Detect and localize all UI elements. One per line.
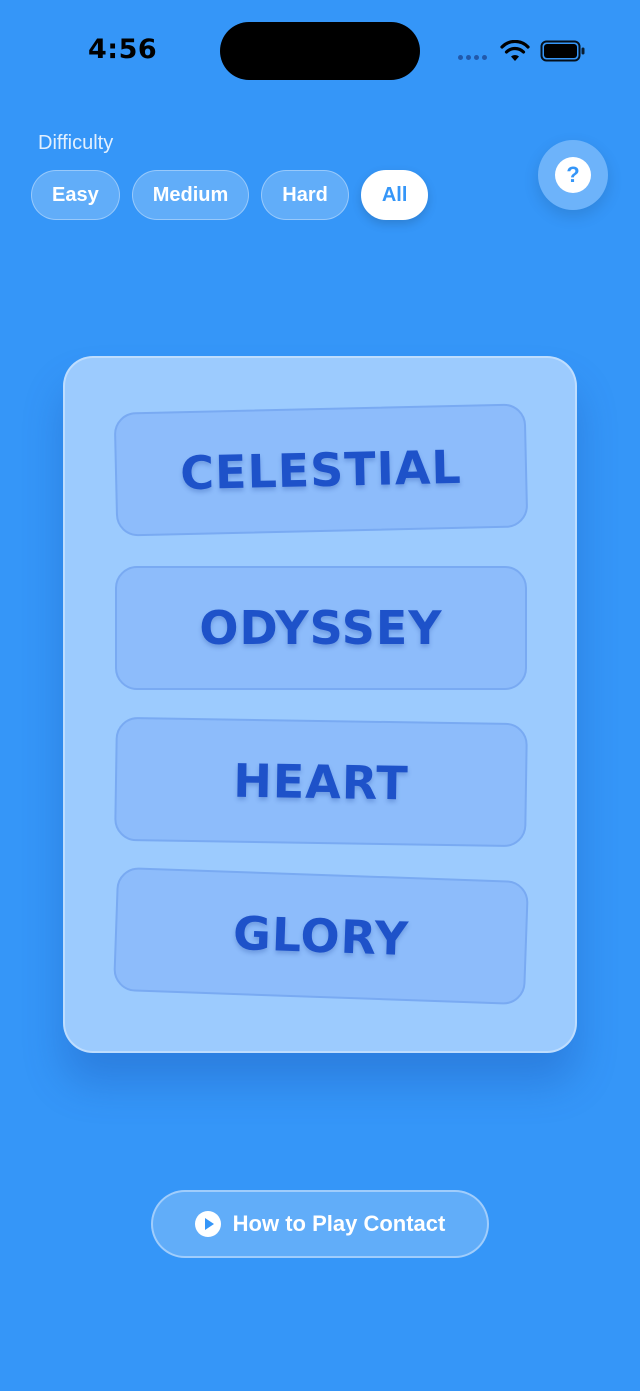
how-to-play-button[interactable]: How to Play Contact <box>151 1190 489 1258</box>
word-tile[interactable]: CELESTIAL <box>113 403 529 537</box>
word-text: ODYSSEY <box>199 601 443 655</box>
word-text: HEART <box>232 753 410 811</box>
battery-icon <box>540 40 585 62</box>
word-text: GLORY <box>232 905 410 967</box>
wifi-icon <box>500 40 530 61</box>
cellular-signal-icon <box>458 55 487 60</box>
status-time: 4:56 <box>88 34 158 65</box>
difficulty-chip-easy[interactable]: Easy <box>31 170 120 220</box>
difficulty-chip-all[interactable]: All <box>360 170 429 220</box>
word-card: CELESTIAL ODYSSEY HEART GLORY <box>63 356 577 1053</box>
difficulty-label: Difficulty <box>38 132 114 154</box>
word-tile[interactable]: GLORY <box>112 866 530 1006</box>
question-mark-icon: ? <box>555 157 591 193</box>
play-icon <box>194 1211 221 1237</box>
how-to-play-label: How to Play Contact <box>232 1211 446 1236</box>
word-tile[interactable]: ODYSSEY <box>115 566 527 690</box>
difficulty-chips: Easy Medium Hard All <box>31 170 429 220</box>
dynamic-island <box>220 22 420 80</box>
help-button[interactable]: ? <box>538 140 608 210</box>
word-text: CELESTIAL <box>179 439 463 501</box>
word-tile[interactable]: HEART <box>114 716 528 848</box>
difficulty-chip-hard[interactable]: Hard <box>261 170 349 220</box>
difficulty-chip-medium[interactable]: Medium <box>131 170 250 220</box>
